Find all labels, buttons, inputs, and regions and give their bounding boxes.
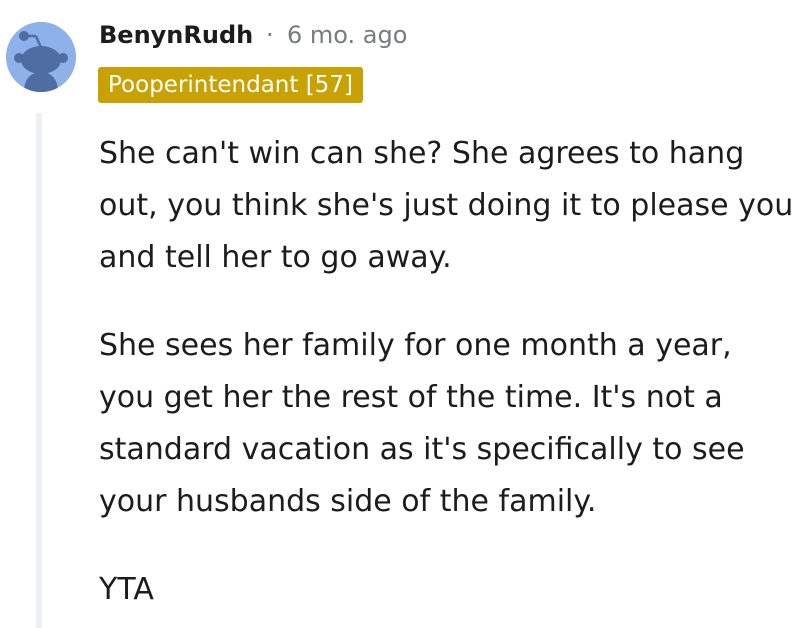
- user-flair: Pooperintendant [57]: [98, 67, 363, 103]
- thread-line[interactable]: [36, 113, 42, 628]
- snoo-avatar-icon: [6, 22, 76, 92]
- avatar[interactable]: [6, 22, 76, 92]
- meta-separator: ·: [266, 21, 274, 49]
- timestamp[interactable]: 6 mo. ago: [287, 18, 407, 52]
- username[interactable]: BenynRudh: [99, 18, 253, 52]
- comment-paragraph: She sees her family for one month a year…: [99, 328, 745, 519]
- comment-paragraph: YTA: [99, 572, 154, 607]
- comment-paragraph: She can't win can she? She agrees to han…: [99, 136, 794, 275]
- comment-body: She can't win can she? She agrees to han…: [99, 128, 796, 628]
